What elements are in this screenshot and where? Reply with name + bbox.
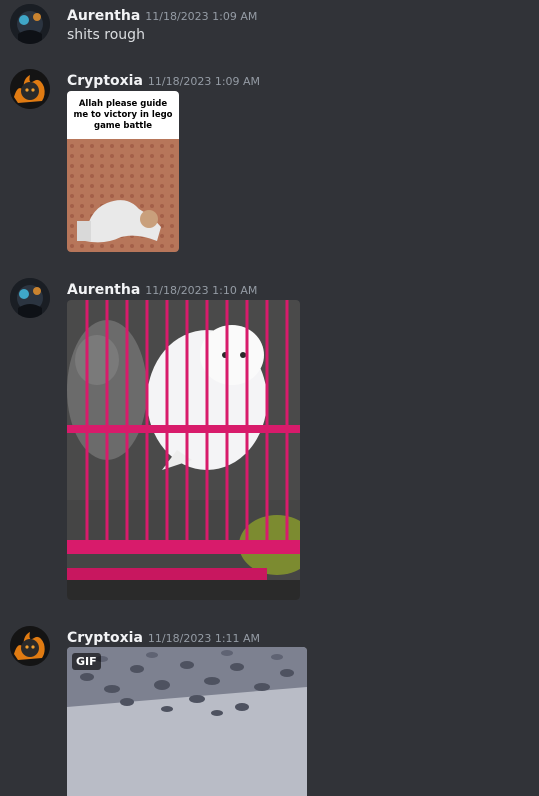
image-attachment[interactable] [67,300,300,600]
message-item: Cryptoxia 11/18/2023 1:11 AM GIF [0,622,539,796]
avatar[interactable] [10,69,50,109]
timestamp: 11/18/2023 1:09 AM [147,75,261,88]
avatar[interactable] [10,4,50,44]
username[interactable]: Cryptoxia [67,630,143,646]
avatar[interactable] [10,626,50,666]
timestamp: 11/18/2023 1:09 AM [145,10,258,23]
message-item: Aurentha 11/18/2023 1:10 AM [0,274,539,604]
message-header: Cryptoxia 11/18/2023 1:11 AM [67,627,260,646]
username[interactable]: Aurentha [67,8,140,24]
username[interactable]: Aurentha [67,282,140,298]
message-header: Aurentha 11/18/2023 1:09 AM [67,5,257,24]
message-item: Aurentha 11/18/2023 1:09 AM shits rough [0,0,539,55]
username[interactable]: Cryptoxia [67,73,143,89]
timestamp: 11/18/2023 1:10 AM [145,284,258,297]
chat-message-list: Aurentha 11/18/2023 1:09 AM shits rough C… [0,0,539,796]
message-header: Aurentha 11/18/2023 1:10 AM [67,279,257,298]
image-attachment[interactable]: Allah please guide me to victory in lego… [67,91,179,252]
message-text: shits rough [67,27,145,43]
timestamp: 11/18/2023 1:11 AM [147,632,261,645]
gif-badge: GIF [72,653,101,670]
meme-caption: Allah please guide me to victory in lego… [67,91,179,139]
message-header: Cryptoxia 11/18/2023 1:09 AM [67,70,260,89]
avatar[interactable] [10,278,50,318]
gif-attachment[interactable]: GIF [67,647,307,796]
message-item: Cryptoxia 11/18/2023 1:09 AM Allah please… [0,65,539,260]
